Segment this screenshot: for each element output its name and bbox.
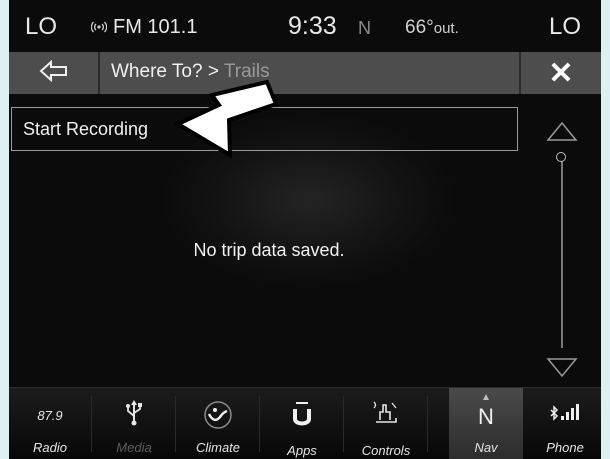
temperature-unit: out. (433, 20, 459, 37)
back-button[interactable] (9, 52, 100, 94)
nav-media[interactable]: Media (93, 388, 175, 459)
radio-frequency-label: 87.9 (37, 408, 63, 423)
infotainment-screen: LO FM 101.1 9:33 N 66°out. LO Where To? … (9, 0, 601, 459)
title-bar: Where To? > Trails ✕ (9, 52, 601, 94)
bottom-nav-bar: 87.9 Radio Media Climate Apps Controls N… (9, 387, 601, 459)
back-arrow-icon (39, 59, 69, 87)
nav-phone-label: Phone (546, 440, 584, 455)
nav-divider (343, 396, 344, 452)
nav-nav-label: Nav (474, 440, 498, 455)
compass-heading: N (358, 18, 371, 38)
empty-state-message: No trip data saved. (193, 240, 345, 260)
scroll-down-icon[interactable] (546, 357, 578, 379)
nav-divider (175, 396, 176, 452)
nav-divider (259, 396, 260, 452)
scrollbar-thumb[interactable] (556, 152, 566, 162)
nav-apps[interactable]: Apps (261, 388, 343, 459)
climate-icon (177, 400, 259, 430)
radio-station-label[interactable]: FM 101.1 (113, 16, 197, 39)
pointer-arrow-icon (173, 79, 279, 159)
nav-controls[interactable]: Controls (345, 388, 427, 459)
nav-radio-label: Radio (33, 440, 67, 455)
nav-divider (91, 396, 92, 452)
nav-controls-label: Controls (361, 443, 411, 458)
controls-icon (345, 400, 427, 426)
compass-n-icon: N (449, 394, 523, 428)
nav-radio[interactable]: 87.9 Radio (9, 388, 91, 459)
scrollbar-track[interactable] (561, 160, 563, 348)
nav-climate[interactable]: Climate (177, 388, 259, 459)
radio-signal-icon (90, 20, 108, 37)
outside-temperature: 66°out. (405, 17, 459, 39)
apps-icon (261, 400, 343, 428)
close-button[interactable]: ✕ (519, 52, 601, 94)
nav-apps-label: Apps (287, 443, 317, 458)
nav-media-label: Media (116, 440, 152, 455)
close-icon: ✕ (548, 56, 574, 90)
clock: 9:33 (288, 12, 337, 40)
status-bar: LO FM 101.1 9:33 N 66°out. LO (9, 0, 601, 52)
scroll-up-icon[interactable] (546, 120, 578, 142)
usb-icon (93, 400, 175, 426)
start-recording-label: Start Recording (23, 119, 149, 139)
temperature-value: 66° (405, 17, 434, 38)
nav-n-letter: N (478, 404, 494, 428)
right-climate-zone[interactable]: LO (549, 13, 581, 41)
left-climate-zone[interactable]: LO (25, 13, 57, 41)
nav-divider (427, 396, 428, 452)
nav-phone[interactable]: Phone (529, 388, 601, 459)
nav-nav[interactable]: N Nav (449, 388, 523, 459)
nav-climate-label: Climate (195, 440, 241, 455)
phone-bluetooth-icon (529, 400, 601, 426)
